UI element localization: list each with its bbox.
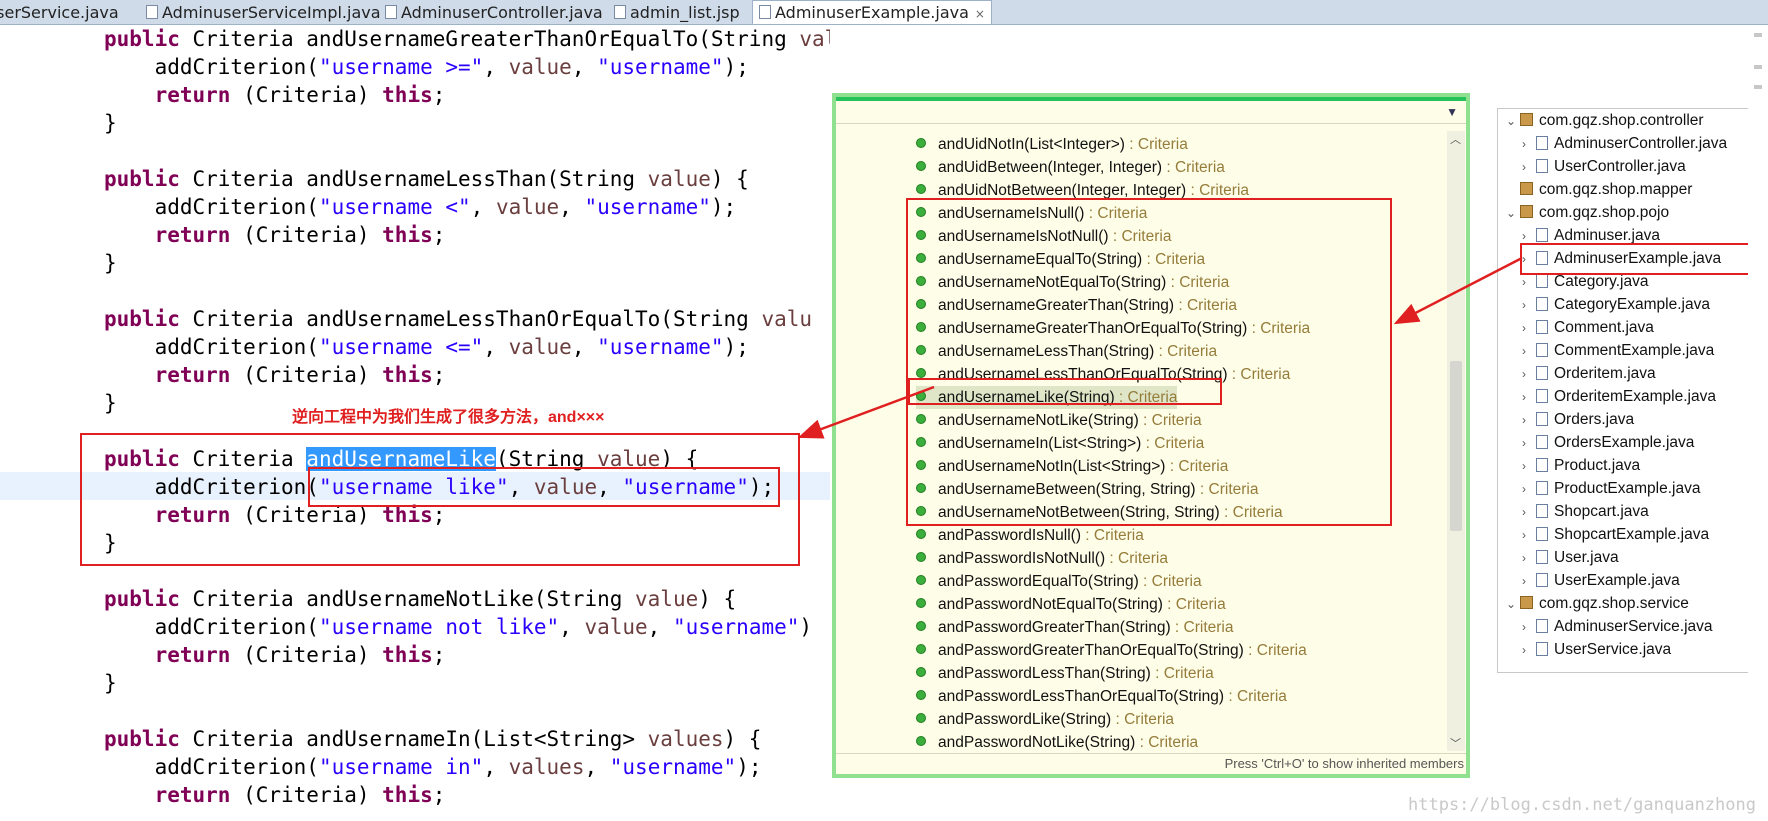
arrow-to-method [797,385,935,439]
arrow-to-outline [1393,256,1523,325]
callout-arrows [797,256,1523,439]
watermark: https://blog.csdn.net/ganquanzhong [1408,795,1756,815]
